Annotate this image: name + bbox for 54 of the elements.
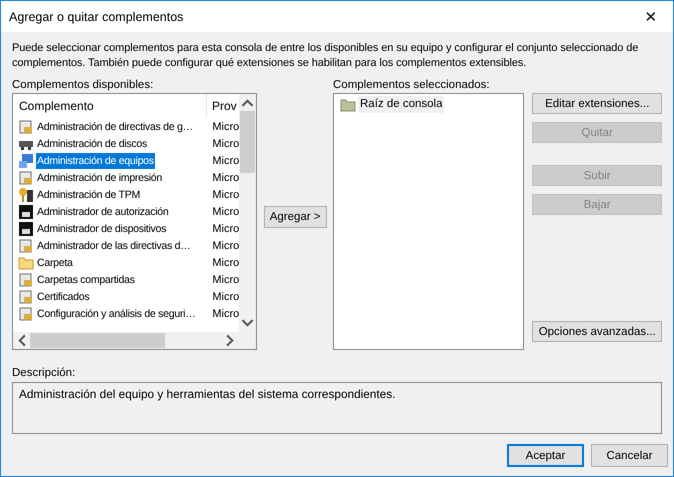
accept-button[interactable]: Aceptar [507,444,584,467]
close-button[interactable]: ✕ [629,2,673,32]
vendor-cell-text: Micro [211,154,240,166]
column-header[interactable]: Prov [207,99,237,113]
snapin-icon [18,170,34,186]
snapin-name[interactable]: Certificados [36,288,90,304]
snapin-name[interactable]: Administración de TPM [36,186,142,202]
vendor-cell-text: Micro [211,290,240,302]
vendor-cell-text: Micro [211,138,240,150]
snapin-name[interactable]: Configuración y análisis de seguri… [36,306,196,322]
snapin-icon [18,272,34,288]
vendor-cell-text: Micro [211,274,240,286]
snapin-name[interactable]: Administrador de autorización [36,204,170,220]
vendor-cell-text: Micro [211,188,240,200]
snapin-icon [18,204,34,220]
vendor-cell-text: Micro [211,206,240,218]
add-button[interactable]: Agregar > [264,206,327,228]
description-label: Descripción: [12,366,76,380]
vendor-cell-text: Micro [211,222,240,234]
window-title: Agregar o quitar complementos [9,10,184,24]
vendor-cell-text: Micro [211,308,240,320]
snapin-name[interactable]: Administración de directivas de g… [36,118,194,134]
selected-label: Complementos seleccionados: [333,78,491,92]
snapin-icon [18,306,34,322]
snapin-name[interactable]: Carpetas compartidas [36,272,136,288]
scrollbar-thumb[interactable] [30,333,165,348]
scrollbar-thumb[interactable] [240,111,256,173]
folder-icon [340,96,356,112]
snapin-icon [18,288,34,304]
snapin-name[interactable]: Administrador de dispositivos [36,220,168,236]
folder-icon [18,254,34,270]
advanced-options-button[interactable]: Opciones avanzadas... [532,321,662,342]
snapin-icon [18,238,34,254]
side-button[interactable]: Editar extensiones... [532,93,662,114]
snapin-name[interactable]: Administración de discos [36,136,148,152]
tree-item[interactable]: Raíz de consola [358,96,444,113]
intro-text: Puede seleccionar complementos para esta consola de entre los disponibles en su equipo y configurar el conjunto seleccionado de complementos. También puede configurar qué extensiones se habilitan para los complementos extensibles. [12,41,640,71]
vendor-cell-text: Micro [211,240,240,252]
description-text: Administración del equipo y herramientas del sistema correspondientes. [19,387,396,401]
snapin-icon [18,220,34,236]
snapin-icon [18,186,34,202]
snapin-name[interactable]: Administración de impresión [36,170,163,186]
cancel-button[interactable]: Cancelar [591,444,668,467]
snapin-name[interactable]: Carpeta [36,254,74,270]
snapin-icon [18,118,34,134]
snapin-icon [18,152,34,168]
vendor-cell-text: Micro [211,120,240,132]
snapin-name[interactable]: Administración de equipos [36,152,155,168]
available-label: Complementos disponibles: [12,78,154,92]
vendor-cell-text: Micro [211,172,240,184]
vertical-scrollbar[interactable] [239,94,256,332]
column-header[interactable]: Complemento [13,94,207,118]
snapin-name[interactable]: Administrador de las directivas d… [36,238,192,254]
vendor-cell-text: Micro [211,256,240,268]
